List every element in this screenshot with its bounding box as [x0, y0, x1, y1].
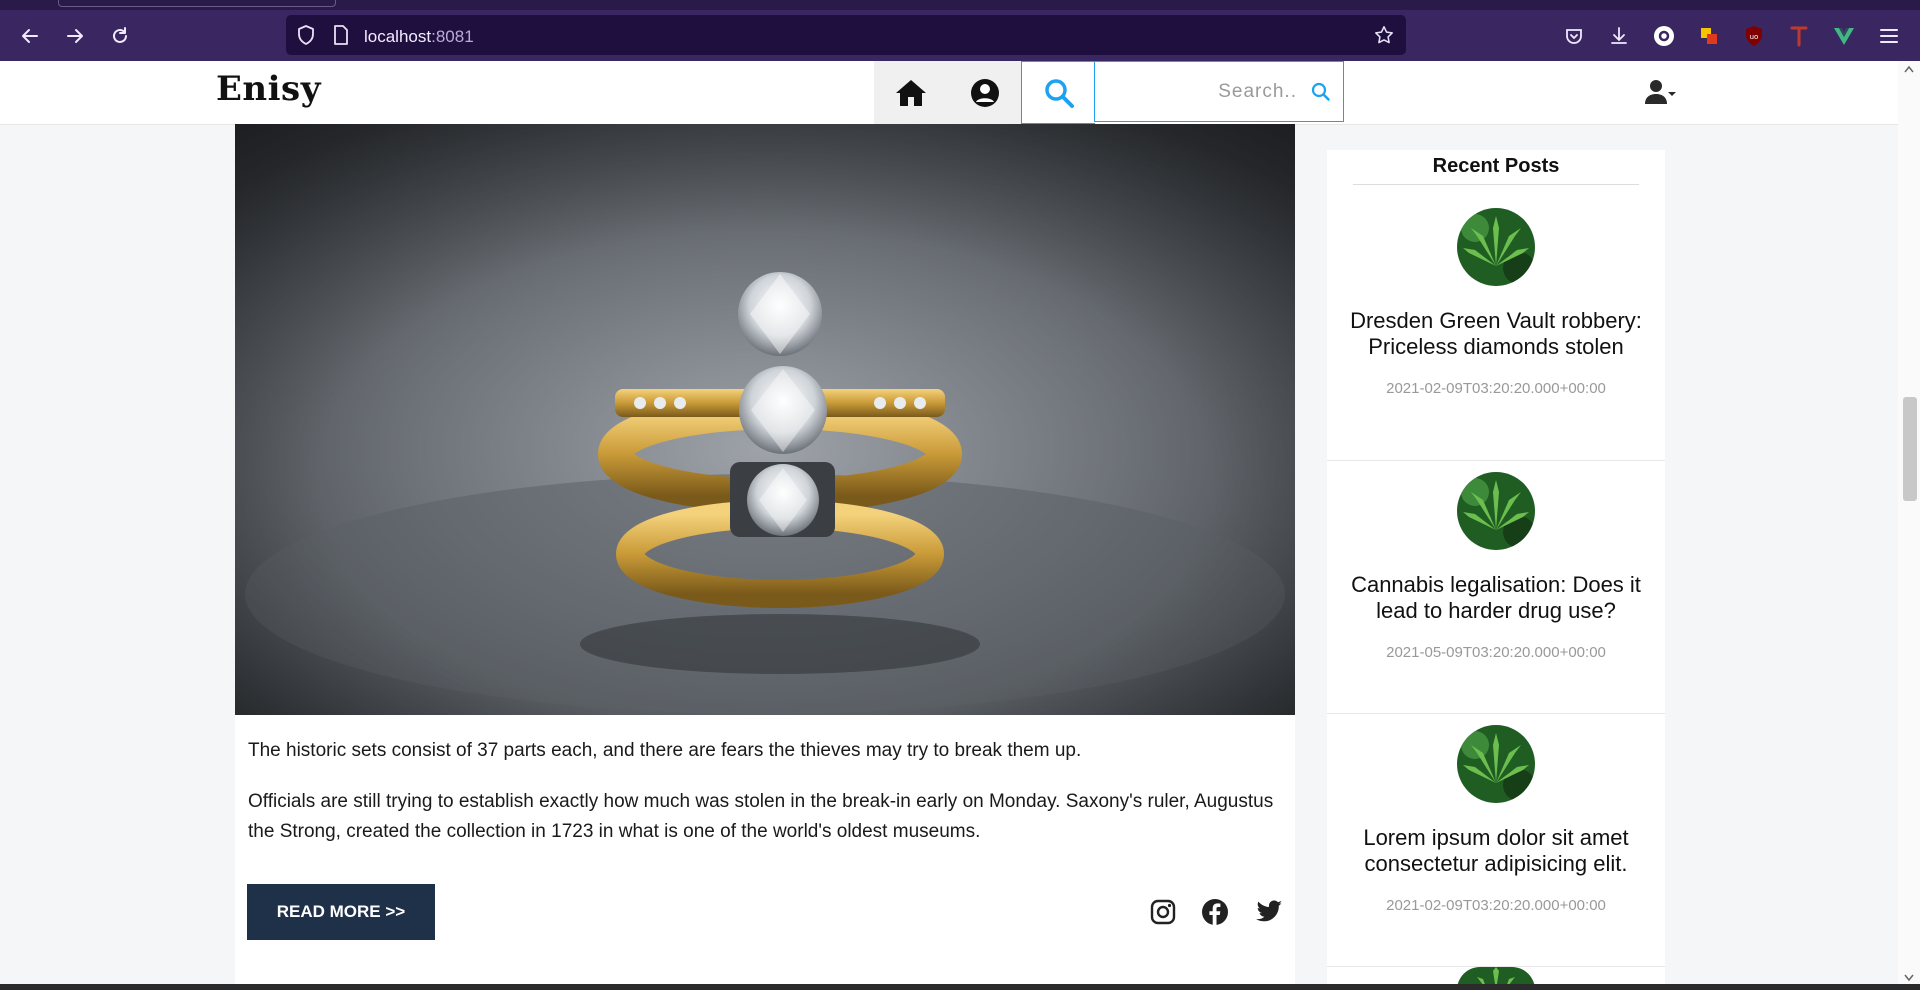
search-submit-icon[interactable] — [1311, 82, 1331, 107]
tab-strip — [0, 0, 1920, 10]
menu-hamburger-icon[interactable] — [1875, 22, 1903, 50]
arrow-left-icon — [22, 29, 38, 43]
browser-toolbar: localhost:8081 uo — [0, 0, 1920, 61]
arrow-right-icon — [67, 29, 83, 43]
reload-icon — [113, 27, 127, 43]
recent-post-date: 2021-05-09T03:20:20.000+00:00 — [1386, 644, 1606, 661]
user-cog-icon — [1645, 80, 1676, 104]
account-circle-icon[interactable] — [1650, 22, 1678, 50]
active-tab[interactable] — [58, 0, 336, 7]
facebook-icon — [1202, 899, 1228, 925]
post-paragraph: The historic sets consist of 37 parts ea… — [248, 740, 1082, 761]
scrollbar-thumb[interactable] — [1903, 397, 1917, 501]
scroll-up-icon[interactable] — [1904, 65, 1914, 73]
recent-post-date: 2021-02-09T03:20:20.000+00:00 — [1386, 897, 1606, 914]
recent-post-date: 2021-02-09T03:20:20.000+00:00 — [1386, 380, 1606, 397]
post-thumbnail — [1457, 208, 1535, 286]
nav-profile[interactable] — [948, 61, 1023, 124]
reload-button[interactable] — [104, 20, 136, 52]
post-thumbnail — [1457, 725, 1535, 803]
recent-post-item[interactable]: Lorem ipsum dolor sit amet consectetur a… — [1327, 714, 1665, 967]
sidebar-title: Recent Posts — [1432, 155, 1560, 177]
vue-devtools-icon[interactable] — [1830, 22, 1858, 50]
extension-squares-icon[interactable] — [1695, 22, 1723, 50]
read-more-button[interactable]: READ MORE >> — [247, 884, 435, 940]
twitter-icon — [1256, 900, 1282, 922]
instagram-link[interactable] — [1149, 898, 1177, 926]
post-card: The historic sets consist of 37 parts ea… — [235, 124, 1295, 990]
instagram-icon — [1150, 899, 1176, 925]
url-bar[interactable]: localhost:8081 — [286, 15, 1406, 55]
nav-home[interactable] — [874, 61, 949, 124]
search-icon — [1044, 78, 1074, 108]
home-icon — [896, 79, 926, 106]
recent-post-title[interactable]: Lorem ipsum dolor sit amet consectetur a… — [1337, 825, 1655, 877]
url-text: localhost:8081 — [364, 27, 474, 47]
back-button[interactable] — [14, 20, 46, 52]
recent-post-item[interactable]: Cannabis legalisation: Does it lead to h… — [1327, 461, 1665, 714]
search-box — [1094, 61, 1344, 122]
forward-button[interactable] — [59, 20, 91, 52]
divider — [1353, 184, 1639, 185]
download-icon[interactable] — [1605, 22, 1633, 50]
url-host: localhost — [364, 27, 432, 46]
user-circle-icon — [971, 78, 999, 107]
ublock-icon[interactable]: uo — [1740, 22, 1768, 50]
post-paragraph: Officials are still trying to establish … — [248, 791, 1274, 842]
search-input[interactable] — [1095, 62, 1305, 121]
facebook-link[interactable] — [1201, 898, 1229, 926]
svg-text:uo: uo — [1750, 33, 1759, 41]
twitter-link[interactable] — [1255, 898, 1283, 926]
page-icon — [331, 25, 351, 45]
url-port: :8081 — [431, 27, 474, 46]
extension-t-icon[interactable] — [1785, 22, 1813, 50]
shield-icon[interactable] — [296, 25, 316, 45]
nav-search[interactable] — [1021, 61, 1095, 124]
scroll-down-icon[interactable] — [1904, 974, 1914, 982]
pocket-icon[interactable] — [1560, 22, 1588, 50]
bookmark-star-icon[interactable] — [1374, 25, 1394, 45]
recent-post-item[interactable]: Dresden Green Vault robbery: Priceless d… — [1327, 208, 1665, 461]
taskbar-edge — [0, 984, 1920, 990]
recent-post-title[interactable]: Cannabis legalisation: Does it lead to h… — [1337, 572, 1655, 624]
post-thumbnail — [1457, 472, 1535, 550]
recent-posts-sidebar: Recent Posts Dresden Green Vault robbery… — [1327, 150, 1665, 990]
recent-post-title[interactable]: Dresden Green Vault robbery: Priceless d… — [1337, 308, 1655, 360]
post-image — [235, 124, 1295, 715]
site-header: Enisy — [0, 61, 1898, 125]
user-menu-button[interactable] — [1644, 77, 1684, 107]
site-logo[interactable]: Enisy — [216, 69, 321, 109]
page-scrollbar[interactable] — [1898, 61, 1920, 990]
